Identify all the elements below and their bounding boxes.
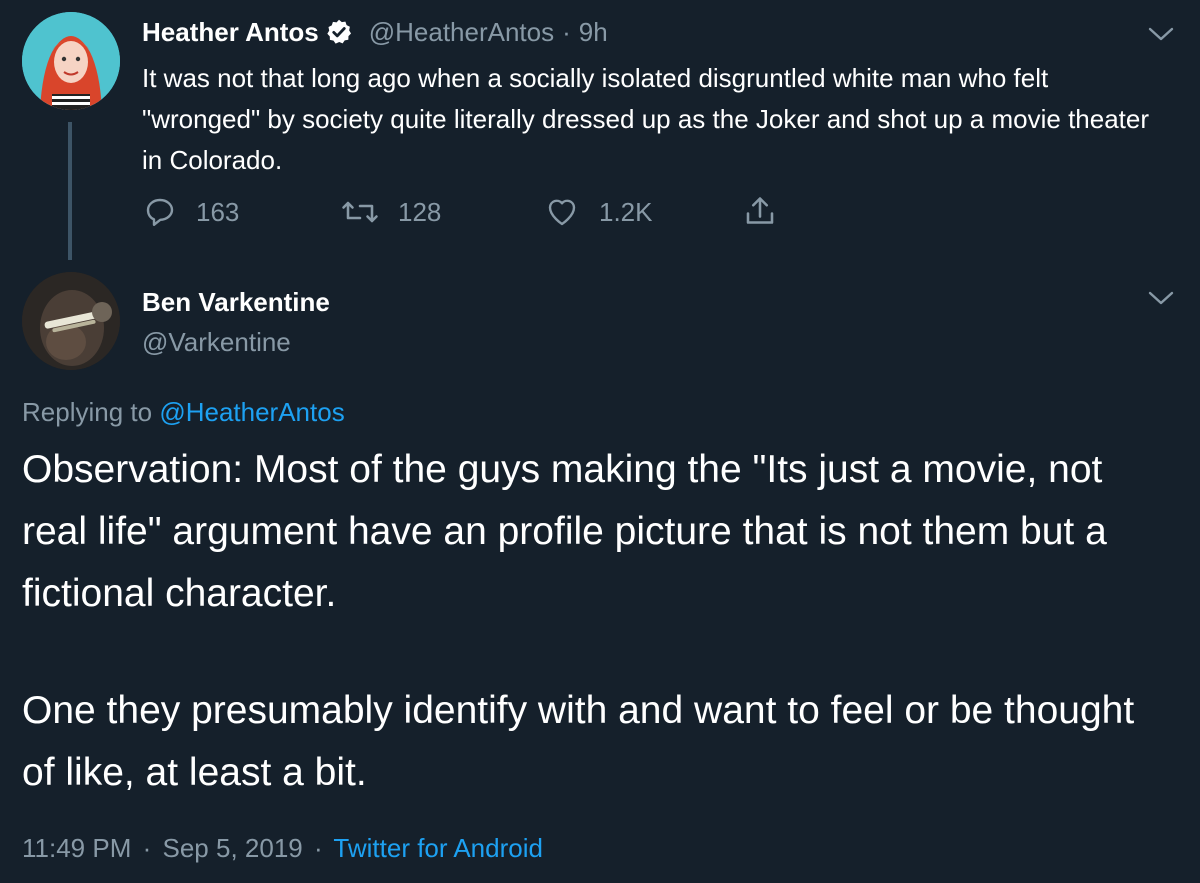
like-action[interactable]: 1.2K bbox=[543, 194, 653, 230]
replying-to-handle[interactable]: @HeatherAntos bbox=[159, 397, 344, 427]
tweet-time[interactable]: 11:49 PM bbox=[22, 833, 131, 863]
tweet-source[interactable]: Twitter for Android bbox=[333, 833, 543, 863]
reply-action[interactable]: 163 bbox=[142, 194, 239, 230]
retweet-action[interactable]: 128 bbox=[340, 194, 441, 230]
tweet-meta: 11:49 PM · Sep 5, 2019 · Twitter for And… bbox=[22, 830, 543, 866]
tweet2-body-paragraph-2: One they presumably identify with and wa… bbox=[22, 689, 1135, 794]
chevron-down-icon[interactable] bbox=[1148, 26, 1174, 42]
reply-count: 163 bbox=[196, 196, 240, 227]
avatar-photo bbox=[22, 272, 120, 370]
like-count: 1.2K bbox=[599, 196, 653, 227]
thread-line bbox=[68, 122, 72, 260]
tweet1-header: Heather Antos @HeatherAntos · 9h bbox=[142, 14, 608, 50]
author-name[interactable]: Heather Antos bbox=[142, 17, 319, 48]
tweet2-body-paragraph-1: Observation: Most of the guys making the… bbox=[22, 448, 1107, 615]
share-icon bbox=[746, 197, 774, 224]
tweet-time[interactable]: 9h bbox=[579, 17, 608, 48]
avatar-illustration bbox=[22, 12, 120, 110]
meta-separator: · bbox=[142, 833, 152, 863]
share-action[interactable] bbox=[742, 194, 796, 230]
replying-label: Replying to bbox=[22, 397, 153, 427]
reply-icon bbox=[146, 198, 174, 226]
replying-to: Replying to @HeatherAntos bbox=[22, 394, 345, 430]
retweet-icon bbox=[342, 201, 378, 223]
tweet-date[interactable]: Sep 5, 2019 bbox=[163, 833, 303, 863]
meta-separator: · bbox=[313, 833, 323, 863]
verified-badge-icon bbox=[325, 18, 353, 46]
avatar-ben-varkentine[interactable] bbox=[22, 272, 120, 370]
author-name[interactable]: Ben Varkentine bbox=[142, 284, 330, 320]
avatar-heather-antos[interactable] bbox=[22, 12, 120, 110]
author-handle[interactable]: @Varkentine bbox=[142, 324, 291, 360]
tweet1-text: It was not that long ago when a socially… bbox=[142, 63, 1150, 175]
separator-dot: · bbox=[562, 16, 571, 47]
author-handle[interactable]: @HeatherAntos bbox=[369, 17, 554, 48]
chevron-down-icon[interactable] bbox=[1148, 290, 1174, 306]
retweet-count: 128 bbox=[398, 196, 442, 227]
heart-icon bbox=[548, 199, 576, 226]
